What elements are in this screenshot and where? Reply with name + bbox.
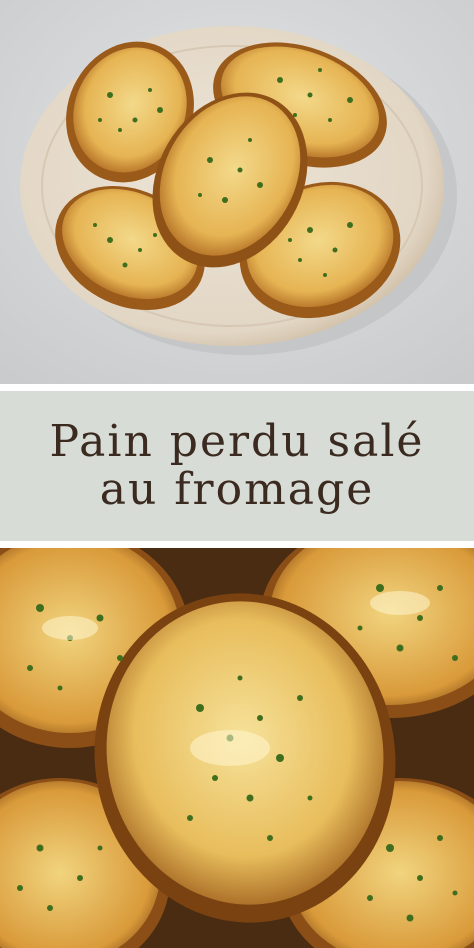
title-band: Pain perdu salé au fromage xyxy=(0,391,474,541)
bottom-food-photo xyxy=(0,548,474,948)
closeup-illustration xyxy=(0,548,474,948)
recipe-title-line-2: au fromage xyxy=(99,464,375,515)
recipe-title-line-1: Pain perdu salé xyxy=(49,416,425,467)
recipe-title: Pain perdu salé au fromage xyxy=(50,418,425,514)
top-food-photo xyxy=(0,0,474,384)
plate-illustration xyxy=(0,0,474,384)
